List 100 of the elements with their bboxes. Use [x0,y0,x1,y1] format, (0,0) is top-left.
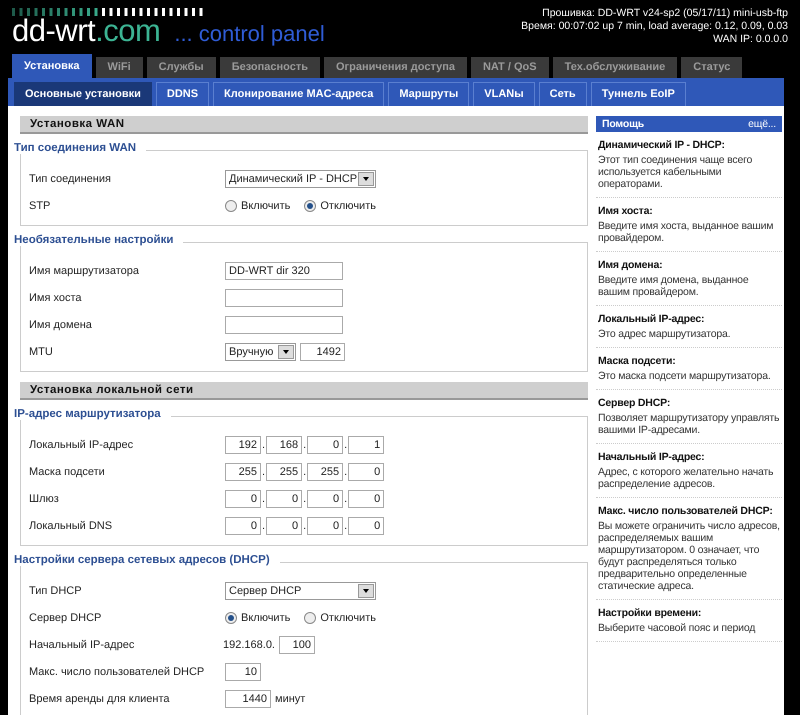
octet-field[interactable]: 0 [225,516,261,534]
unit-label: минут [275,692,306,704]
octet-field[interactable]: 0 [307,490,344,508]
help-term: Имя домена: [598,259,664,271]
radio-button[interactable] [304,200,316,212]
more-link[interactable]: ещё... [748,118,776,130]
field-label: STP [28,200,52,212]
radio-option[interactable]: Отключить [304,612,376,624]
subtab[interactable]: VLANы [473,82,535,106]
radio-option[interactable]: Отключить [304,200,376,212]
tab[interactable]: Статус [681,57,742,78]
octet-field[interactable]: 168 [266,436,302,454]
octet-field[interactable]: 0 [266,490,302,508]
subtab[interactable]: Туннель EoIP [590,82,686,106]
subtab[interactable]: Основные установки [14,82,152,106]
number-field[interactable]: 1492 [300,342,345,360]
tab[interactable]: Службы [146,57,216,78]
dot-separator: . [344,438,348,450]
dot-separator: . [303,438,306,450]
number-field[interactable]: 1440 [225,690,271,708]
field-label: Имя домена [28,318,93,330]
radio-option[interactable]: Включить [225,612,290,624]
section-header: Установка локальной сети [20,382,588,400]
field-label: Локальный DNS [28,520,114,532]
help-term: Динамический IP - DHCP: [598,139,726,151]
octet-field[interactable]: 255 [266,462,302,480]
field-label: Сервер DHCP [28,612,102,624]
dot-separator: . [344,520,348,532]
subtab[interactable]: Сеть [538,82,587,106]
caret-icon [278,344,294,358]
help-term: Маска подсети: [598,355,677,367]
text-field[interactable]: DD-WRT dir 320 [225,262,343,280]
dropdown[interactable]: Сервер DHCP [225,582,376,600]
field-label: Тип DHCP [28,584,83,596]
dot-separator: . [344,492,348,504]
help-term: Сервер DHCP: [598,397,672,409]
help-title: Помощь [602,118,644,130]
subtab[interactable]: DDNS [156,82,210,106]
field-label: Маска подсети [28,466,106,478]
subtab[interactable]: Маршруты [388,82,470,106]
octet-field[interactable]: 0 [225,490,261,508]
group-legend: Настройки сервера сетевых адресов (DHCP) [14,554,280,566]
dot-separator: . [303,492,306,504]
field-label: Макс. число пользователей DHCP [28,666,206,678]
tab[interactable]: Ограничения доступа [324,57,467,78]
number-field[interactable]: 10 [225,662,261,680]
group-legend: IP-адрес маршрутизатора [14,408,171,420]
tab[interactable]: Тех.обслуживание [552,57,678,78]
dropdown[interactable]: Динамический IP - DHCP [225,170,376,188]
octet-field[interactable]: 0 [348,516,384,534]
dot-separator: . [262,520,266,532]
field-label: Локальный IP-адрес [28,438,134,450]
help-term: Начальный IP-адрес: [598,451,706,463]
status-info: Прошивка: DD-WRT v24-sp2 (05/17/11) mini-usb-ftp [541,7,788,20]
field-label: Имя хоста [28,292,83,304]
tab[interactable]: Установка [12,54,92,78]
field-label: Начальный IP-адрес [28,638,136,650]
octet-field[interactable]: 0 [307,516,344,534]
ip-prefix: 192.168.0. [223,638,275,650]
help-text: Вы можете ограничить число адресов, распределяемых вашим маршрутизатором. 0 означает, что будут распределяться только предварительно определенные статические адреса. [598,520,781,592]
octet-field[interactable]: 0 [266,516,302,534]
tab[interactable]: WiFi [96,57,143,78]
group-legend: Тип соединения WAN [14,142,146,154]
octet-field[interactable]: 0 [348,490,384,508]
help-text: Введите имя домена, выданное вашим провайдером. [598,274,750,298]
dot-separator: . [303,466,306,478]
octet-field[interactable]: 0 [307,436,344,454]
status-info: Время: 00:07:02 up 7 min, load average: 0.12, 0.09, 0.03 [521,20,788,33]
dropdown[interactable]: Вручную [225,342,296,360]
help-term: Имя хоста: [598,205,654,217]
radio-button[interactable] [225,612,237,624]
group-legend: Необязательные настройки [14,234,184,246]
dot-separator: . [262,438,266,450]
text-field[interactable] [225,316,343,334]
help-term: Макс. число пользователей DHCP: [598,505,774,517]
help-text: Введите имя хоста, выданное вашим провайдером. [598,220,774,244]
radio-button[interactable] [304,612,316,624]
status-info: WAN IP: 0.0.0.0 [712,33,788,46]
help-text: Позволяет маршрутизатору управлять вашими IP-адресами. [598,412,780,436]
help-text: Это адрес маршрутизатора. [598,328,732,340]
subtab[interactable]: Клонирование MAC-адреса [213,82,384,106]
dot-separator: . [262,492,266,504]
radio-option[interactable]: Включить [225,200,290,212]
text-field[interactable] [225,288,343,306]
section-header: Установка WAN [20,116,588,134]
number-field[interactable]: 100 [279,636,315,654]
tagline: ... control panel [174,21,325,47]
octet-field[interactable]: 192 [225,436,261,454]
octet-field[interactable]: 1 [348,436,384,454]
tab[interactable]: Безопасность [220,57,320,78]
help-term: Настройки времени: [598,607,702,619]
logo: dd-wrt.com [12,14,160,48]
octet-field[interactable]: 255 [307,462,344,480]
dot-separator: . [262,466,266,478]
tab[interactable]: NAT / QoS [470,57,549,78]
octet-field[interactable]: 255 [225,462,261,480]
octet-field[interactable]: 0 [348,462,384,480]
radio-button[interactable] [225,200,237,212]
field-label: Шлюз [28,492,60,504]
caret-icon [358,172,374,186]
